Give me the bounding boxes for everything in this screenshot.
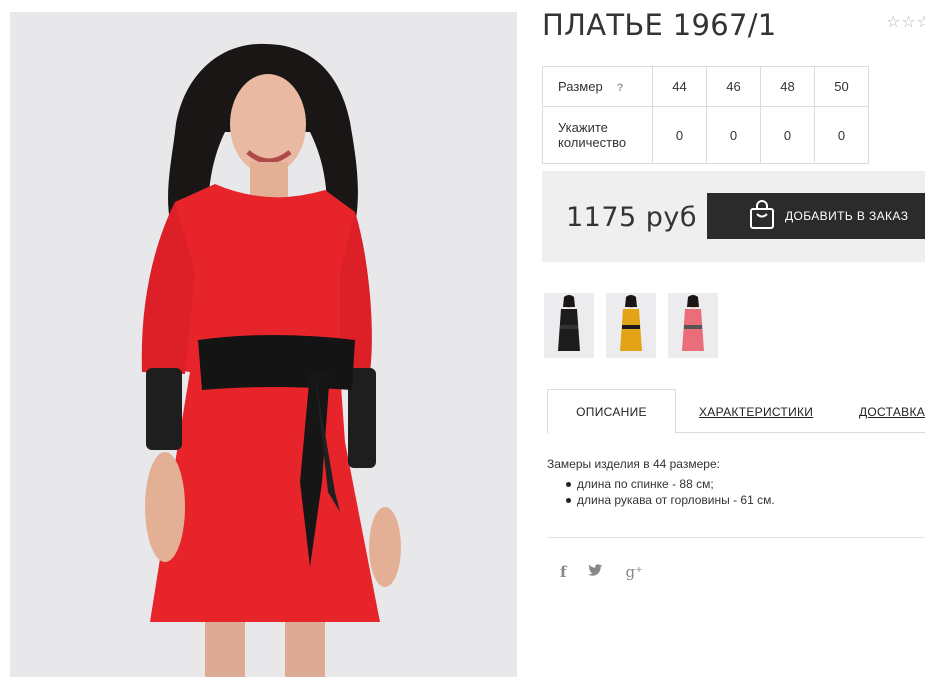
quantity-cell-44	[652, 106, 707, 164]
size-row: Размер? 44 46 48 50	[542, 66, 869, 107]
quantity-input-44[interactable]	[659, 127, 700, 143]
description-list: длина по спинке - 88 см; длина рукава от…	[547, 476, 775, 508]
description-intro: Замеры изделия в 44 размере:	[547, 457, 720, 471]
description-content: Замеры изделия в 44 размере: длина по сп…	[547, 457, 775, 508]
google-plus-icon[interactable]: g⁺	[625, 563, 643, 581]
size-label-cell: Размер?	[542, 66, 653, 107]
main-product-photo[interactable]	[10, 12, 517, 677]
size-label: Размер	[558, 79, 603, 94]
quantity-label-cell: Укажите количество	[542, 106, 653, 164]
list-item: длина рукава от горловины - 61 см.	[566, 493, 775, 507]
quantity-input-46[interactable]	[713, 127, 754, 143]
tab-description[interactable]: ОПИСАНИЕ	[547, 389, 676, 434]
size-cell-48: 48	[760, 66, 815, 107]
price-panel: 1175 руб ДОБАВИТЬ В ЗАКАЗ	[542, 171, 925, 262]
color-thumbnails	[544, 293, 718, 358]
tab-characteristics[interactable]: ХАРАКТЕРИСТИКИ	[699, 389, 813, 434]
quantity-input-50[interactable]	[821, 127, 862, 143]
list-item: длина по спинке - 88 см;	[566, 476, 775, 492]
size-quantity-table: Размер? 44 46 48 50 Укажите количество	[542, 66, 869, 164]
add-to-order-button[interactable]: ДОБАВИТЬ В ЗАКАЗ	[707, 193, 925, 239]
size-cell-44: 44	[652, 66, 707, 107]
add-to-order-label: ДОБАВИТЬ В ЗАКАЗ	[785, 209, 909, 223]
size-cell-46: 46	[706, 66, 761, 107]
divider	[547, 537, 925, 538]
quantity-cell-46	[706, 106, 761, 164]
thumbnail-black-dress[interactable]	[544, 293, 594, 358]
quantity-label-line-2: количество	[558, 135, 627, 150]
quantity-cell-50	[814, 106, 869, 164]
thumbnail-yellow-dress[interactable]	[606, 293, 656, 358]
facebook-icon[interactable]: f	[560, 563, 566, 581]
tab-delivery[interactable]: ДОСТАВКА	[859, 389, 925, 434]
price: 1175 руб	[566, 202, 698, 233]
product-tabs: ОПИСАНИЕ ХАРАКТЕРИСТИКИ ДОСТАВКА	[547, 389, 925, 434]
quantity-row: Укажите количество	[542, 106, 869, 164]
rating-stars[interactable]: ☆☆☆	[886, 12, 925, 32]
quantity-label-line-1: Укажите	[558, 120, 608, 135]
product-title: ПЛАТЬЕ 1967/1	[542, 8, 777, 42]
size-help-icon[interactable]: ?	[617, 82, 624, 94]
social-share: f g⁺	[560, 563, 643, 581]
quantity-input-48[interactable]	[767, 127, 808, 143]
thumbnail-pink-dress[interactable]	[668, 293, 718, 358]
twitter-icon[interactable]	[588, 563, 603, 581]
quantity-cell-48	[760, 106, 815, 164]
shopping-bag-icon	[749, 199, 775, 233]
size-cell-50: 50	[814, 66, 869, 107]
